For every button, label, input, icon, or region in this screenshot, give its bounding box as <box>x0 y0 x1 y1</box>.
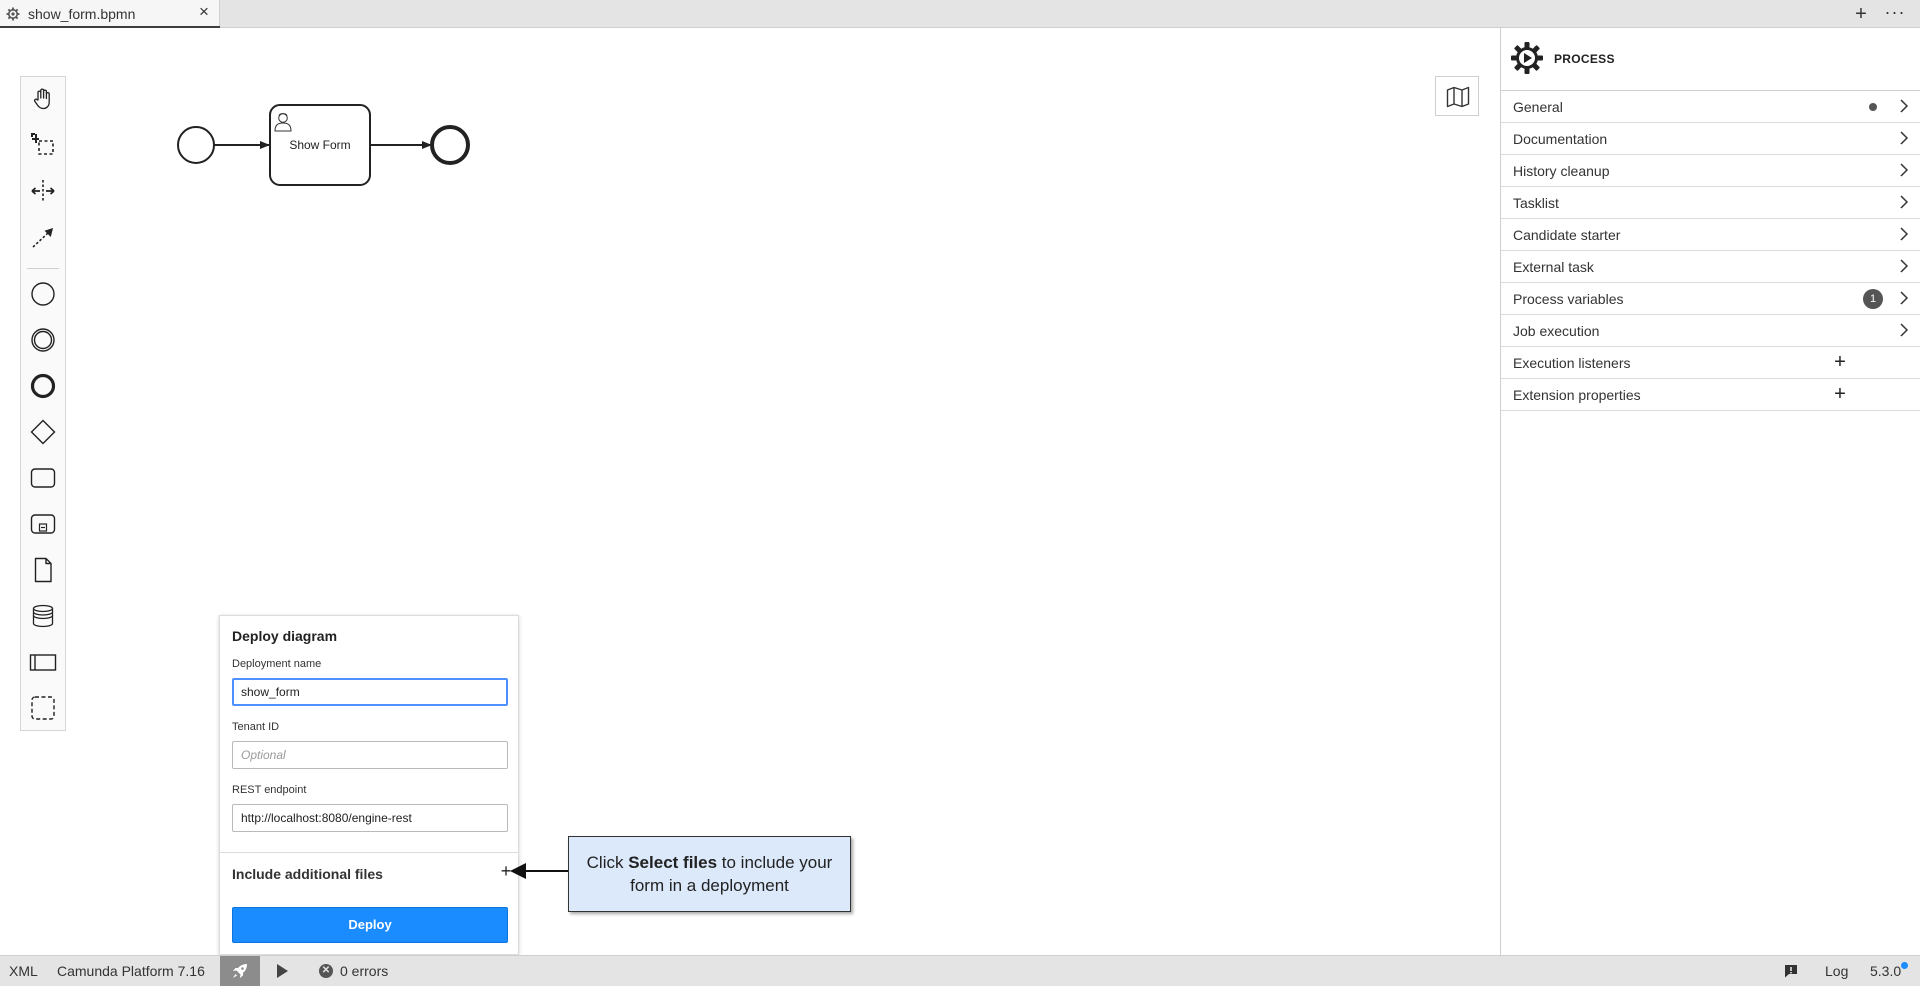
add-property-plus-icon[interactable]: + <box>1831 384 1849 404</box>
version-label[interactable]: 5.3.0 <box>1870 963 1901 979</box>
pool-icon[interactable] <box>29 648 57 676</box>
tenant-id-input[interactable]: Optional <box>232 741 508 769</box>
process-gear-icon <box>1511 42 1543 74</box>
group-label: External task <box>1513 259 1594 275</box>
data-indicator-dot <box>1869 103 1877 111</box>
chevron-right-icon <box>1900 259 1909 273</box>
group-label: History cleanup <box>1513 163 1610 179</box>
group-extension-properties[interactable]: Extension properties + <box>1501 379 1920 411</box>
deploy-overlay: Deploy diagram Deployment name show_form… <box>219 615 519 955</box>
group-icon[interactable] <box>29 694 57 722</box>
log-button[interactable]: Log <box>1825 963 1848 979</box>
tab-bar: show_form.bpmn × + ··· <box>0 0 1920 29</box>
include-files-label: Include additional files <box>232 866 383 882</box>
group-general[interactable]: General <box>1501 91 1920 123</box>
data-store-icon[interactable] <box>29 602 57 630</box>
group-documentation[interactable]: Documentation <box>1501 123 1920 155</box>
deployment-name-input[interactable]: show_form <box>232 678 508 706</box>
deploy-title: Deploy diagram <box>232 628 338 644</box>
group-candidate-starter[interactable]: Candidate starter <box>1501 219 1920 251</box>
user-task-show-form[interactable]: Show Form <box>269 104 371 186</box>
status-bar: XML Camunda Platform 7.16 ✕ 0 errors Log… <box>0 955 1920 986</box>
xml-view-button[interactable]: XML <box>9 963 38 979</box>
group-label: Process variables <box>1513 291 1624 307</box>
group-external-task[interactable]: External task <box>1501 251 1920 283</box>
callout-text-bold: Select files <box>628 853 718 872</box>
feedback-icon[interactable] <box>1783 963 1799 979</box>
properties-header: PROCESS <box>1501 28 1920 91</box>
rest-endpoint-input[interactable]: http://localhost:8080/engine-rest <box>232 804 508 832</box>
callout-arrow-line <box>525 870 568 872</box>
group-history-cleanup[interactable]: History cleanup <box>1501 155 1920 187</box>
group-label: General <box>1513 99 1563 115</box>
gear-icon <box>6 7 20 21</box>
group-label: Tasklist <box>1513 195 1559 211</box>
callout-text-pre: Click <box>586 853 629 872</box>
deployment-name-label: Deployment name <box>232 658 322 670</box>
task-label: Show Form <box>289 138 350 152</box>
subprocess-icon[interactable] <box>29 510 57 538</box>
group-execution-listeners[interactable]: Execution listeners + <box>1501 347 1920 379</box>
map-icon <box>1446 86 1470 108</box>
group-label: Execution listeners <box>1513 355 1631 371</box>
chevron-right-icon <box>1900 227 1909 241</box>
chevron-right-icon <box>1900 323 1909 337</box>
group-job-execution[interactable]: Job execution <box>1501 315 1920 347</box>
group-label: Extension properties <box>1513 387 1641 403</box>
hint-callout: Click Select files to include your form … <box>568 836 851 912</box>
group-label: Job execution <box>1513 323 1600 339</box>
execution-platform-button[interactable]: Camunda Platform 7.16 <box>57 963 205 979</box>
count-badge: 1 <box>1863 289 1883 309</box>
update-dot <box>1901 962 1908 969</box>
group-label: Candidate starter <box>1513 227 1621 243</box>
properties-panel: PROCESS General Documentation History cl… <box>1500 28 1920 955</box>
chevron-right-icon <box>1900 195 1909 209</box>
start-event[interactable] <box>177 126 215 164</box>
bpmn-diagram: Show Form <box>177 104 470 186</box>
task-icon[interactable] <box>29 464 57 492</box>
chevron-right-icon <box>1900 131 1909 145</box>
tab-close-icon[interactable]: × <box>196 3 212 20</box>
callout-arrow-icon <box>510 863 526 879</box>
chevron-right-icon <box>1900 291 1909 305</box>
divider <box>220 852 518 853</box>
deploy-toggle-button[interactable] <box>220 956 260 986</box>
minimap-toggle-button[interactable] <box>1435 76 1479 116</box>
more-options-button[interactable]: ··· <box>1882 3 1908 25</box>
chevron-right-icon <box>1900 163 1909 177</box>
add-listener-plus-icon[interactable]: + <box>1831 352 1849 372</box>
group-label: Documentation <box>1513 131 1608 147</box>
group-tasklist[interactable]: Tasklist <box>1501 187 1920 219</box>
properties-title: PROCESS <box>1554 52 1615 66</box>
tab-filename: show_form.bpmn <box>28 6 136 22</box>
tenant-id-label: Tenant ID <box>232 721 280 733</box>
chevron-right-icon <box>1900 99 1909 113</box>
data-object-icon[interactable] <box>29 556 57 584</box>
group-process-variables[interactable]: Process variables 1 <box>1501 283 1920 315</box>
end-event[interactable] <box>430 125 470 165</box>
new-tab-button[interactable]: + <box>1850 3 1872 25</box>
tab-show-form[interactable]: show_form.bpmn × <box>0 0 220 29</box>
error-icon: ✕ <box>319 964 333 978</box>
rest-endpoint-label: REST endpoint <box>232 784 307 796</box>
deploy-button[interactable]: Deploy <box>232 907 508 943</box>
play-icon[interactable] <box>277 964 288 978</box>
rocket-icon <box>233 964 247 978</box>
errors-count[interactable]: 0 errors <box>340 963 388 979</box>
